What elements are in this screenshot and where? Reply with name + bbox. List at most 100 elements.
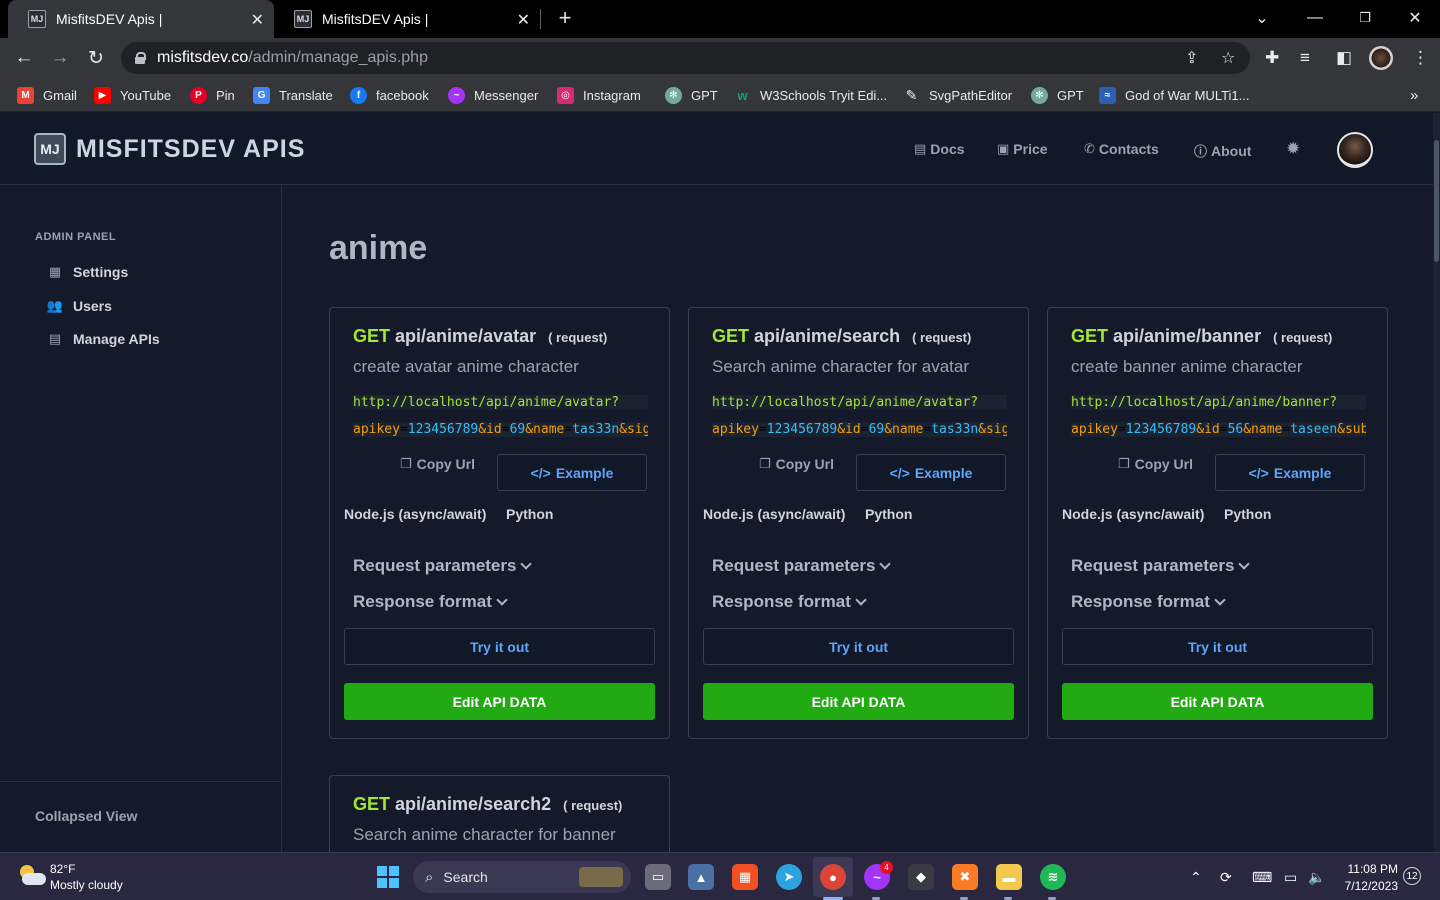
sync-icon[interactable]: ⟳ <box>1220 869 1232 886</box>
tab-misfitsdev-1[interactable]: MJ MisfitsDEV Apis | ✕ <box>8 0 274 38</box>
example-button[interactable]: </> Example <box>497 454 647 491</box>
api-url-line-2[interactable]: apikey=123456789&id=56&name=taseen&sub <box>1071 422 1366 437</box>
weather-partly-cloudy-icon[interactable] <box>18 865 46 887</box>
bookmark-messenger[interactable]: ~ Messenger <box>448 85 538 105</box>
page-scrollbar-thumb[interactable] <box>1434 140 1439 262</box>
sidebar-item-manage-apis[interactable]: ▤ Manage APIs <box>46 329 160 349</box>
window-close-icon[interactable]: ✕ <box>1390 0 1440 36</box>
chrome-icon[interactable]: ● <box>820 864 846 890</box>
site-logo-text[interactable]: MISFITSDEV APIS <box>76 135 305 164</box>
address-bar[interactable]: misfitsdev.co/admin/manage_apis.php ⇪ ☆ <box>121 42 1250 74</box>
site-logo-icon[interactable]: MJ <box>34 133 66 165</box>
lang-tab-nodejs[interactable]: Node.js (async/await) <box>703 506 845 522</box>
request-parameters-toggle[interactable]: Request parameters <box>353 556 533 576</box>
try-it-out-button[interactable]: Try it out <box>1062 628 1373 665</box>
more-bookmarks-chevron-icon[interactable]: » <box>1410 85 1418 105</box>
lang-tab-python[interactable]: Python <box>506 506 553 522</box>
request-parameters-toggle[interactable]: Request parameters <box>712 556 892 576</box>
clock-time[interactable]: 11:08 PM <box>1342 862 1398 876</box>
microsoft-store-icon[interactable]: ▦ <box>732 864 758 890</box>
edit-api-data-button[interactable]: Edit API DATA <box>1062 683 1373 720</box>
example-button[interactable]: </> Example <box>1215 454 1365 491</box>
copy-url-button[interactable]: ❐ Copy Url <box>400 456 475 472</box>
bookmark-gmail[interactable]: M Gmail <box>17 85 77 105</box>
bookmark-w3schools[interactable]: w W3Schools Tryit Edi... <box>734 85 887 105</box>
response-format-toggle[interactable]: Response format <box>353 592 508 612</box>
copy-url-button[interactable]: ❐ Copy Url <box>759 456 834 472</box>
money-icon: ▣ <box>997 141 1010 156</box>
taskbar-search-box[interactable]: ⌕ Search <box>413 861 631 893</box>
response-format-toggle[interactable]: Response format <box>1071 592 1226 612</box>
api-url-line-1[interactable]: http://localhost/api/anime/banner? <box>1071 395 1366 410</box>
profile-avatar[interactable] <box>1369 46 1393 70</box>
forward-arrow-icon[interactable]: → <box>46 44 74 72</box>
bookmark-star-icon[interactable]: ☆ <box>1221 48 1235 68</box>
volume-icon[interactable]: 🔈 <box>1308 869 1325 886</box>
bookmark-svgpatheditor[interactable]: ✎ SvgPathEditor <box>903 85 1012 105</box>
notification-count-badge[interactable]: 12 <box>1403 867 1421 885</box>
minimize-icon[interactable]: — <box>1290 0 1340 36</box>
restore-icon[interactable]: ❐ <box>1340 0 1390 36</box>
response-format-toggle[interactable]: Response format <box>712 592 867 612</box>
file-explorer-icon[interactable]: ▬ <box>996 864 1022 890</box>
kebab-menu-icon[interactable]: ⋮ <box>1412 48 1429 68</box>
task-view-icon[interactable]: ▭ <box>645 864 671 890</box>
telegram-icon[interactable]: ➤ <box>776 864 802 890</box>
lang-tab-nodejs[interactable]: Node.js (async/await) <box>1062 506 1204 522</box>
api-url-line-2[interactable]: apikey=123456789&id=69&name=tas33n&sig <box>353 422 648 437</box>
network-icon[interactable]: ▭ <box>1284 869 1297 886</box>
sidebar-item-users[interactable]: 👥 Users <box>46 296 112 316</box>
nav-about[interactable]: ⓘ About <box>1194 141 1251 160</box>
new-tab-plus-icon[interactable]: + <box>540 0 590 36</box>
nav-docs[interactable]: ▤ Docs <box>914 141 965 157</box>
lang-tab-nodejs[interactable]: Node.js (async/await) <box>344 506 486 522</box>
bookmark-translate[interactable]: G Translate <box>253 85 333 105</box>
bookmark-pin[interactable]: P Pin <box>190 85 235 105</box>
keyboard-icon[interactable]: ⌨ <box>1252 869 1272 886</box>
nav-price[interactable]: ▣ Price <box>997 141 1048 157</box>
bookmark-gpt-2[interactable]: ✻ GPT <box>1031 85 1084 105</box>
try-it-out-button[interactable]: Try it out <box>703 628 1014 665</box>
xampp-icon[interactable]: ✖ <box>952 864 978 890</box>
edit-api-data-button[interactable]: Edit API DATA <box>344 683 655 720</box>
clock-date[interactable]: 7/12/2023 <box>1336 879 1398 893</box>
sidebar-item-settings[interactable]: ▦ Settings <box>46 262 128 282</box>
request-parameters-toggle[interactable]: Request parameters <box>1071 556 1251 576</box>
bookmark-youtube[interactable]: ▶ YouTube <box>94 85 171 105</box>
unity-hub-icon[interactable]: ◆ <box>908 864 934 890</box>
spotify-icon[interactable]: ≋ <box>1040 864 1066 890</box>
tray-overflow-chevron-icon[interactable]: ⌃ <box>1190 869 1202 886</box>
bookmark-god-of-war[interactable]: ≈ God of War MULTi1... <box>1099 85 1250 105</box>
sidebar-collapse[interactable]: Collapsed View <box>0 781 281 852</box>
lock-icon[interactable] <box>135 52 146 64</box>
bookmark-facebook[interactable]: f facebook <box>350 85 429 105</box>
media-queue-icon[interactable]: ≡ <box>1300 48 1310 68</box>
edit-api-data-button[interactable]: Edit API DATA <box>703 683 1014 720</box>
tab-misfitsdev-2[interactable]: MJ MisfitsDEV Apis | ✕ <box>274 0 540 38</box>
api-url-line-2[interactable]: apikey=123456789&id=69&name=tas33n&sig <box>712 422 1007 437</box>
back-arrow-icon[interactable]: ← <box>10 44 38 72</box>
share-icon[interactable]: ⇪ <box>1185 48 1198 68</box>
side-panel-icon[interactable]: ◧ <box>1336 48 1352 68</box>
copy-url-button[interactable]: ❐ Copy Url <box>1118 456 1193 472</box>
weather-description[interactable]: Mostly cloudy <box>50 878 123 892</box>
weather-temperature[interactable]: 82°F <box>50 862 75 876</box>
example-button[interactable]: </> Example <box>856 454 1006 491</box>
api-url-line-1[interactable]: http://localhost/api/anime/avatar? <box>712 395 1007 410</box>
bookmark-instagram[interactable]: ◎ Instagram <box>557 85 641 105</box>
lang-tab-python[interactable]: Python <box>865 506 912 522</box>
theme-toggle-sun-icon[interactable]: ✹ <box>1286 139 1300 159</box>
try-it-out-button[interactable]: Try it out <box>344 628 655 665</box>
lang-tab-python[interactable]: Python <box>1224 506 1271 522</box>
close-icon[interactable]: ✕ <box>251 10 264 30</box>
api-url-line-1[interactable]: http://localhost/api/anime/avatar? <box>353 395 648 410</box>
close-icon[interactable]: ✕ <box>517 10 530 30</box>
bookmark-gpt[interactable]: ✻ GPT <box>665 85 718 105</box>
user-avatar[interactable] <box>1337 132 1373 168</box>
extensions-puzzle-icon[interactable]: ✚ <box>1265 48 1279 68</box>
photos-app-icon[interactable]: ▲ <box>688 864 714 890</box>
nav-contacts[interactable]: ✆ Contacts <box>1084 141 1159 157</box>
reload-icon[interactable]: ↻ <box>82 44 110 72</box>
tab-search-chevron-down-icon[interactable]: ⌄ <box>1237 0 1287 36</box>
windows-start-icon[interactable] <box>377 866 399 888</box>
